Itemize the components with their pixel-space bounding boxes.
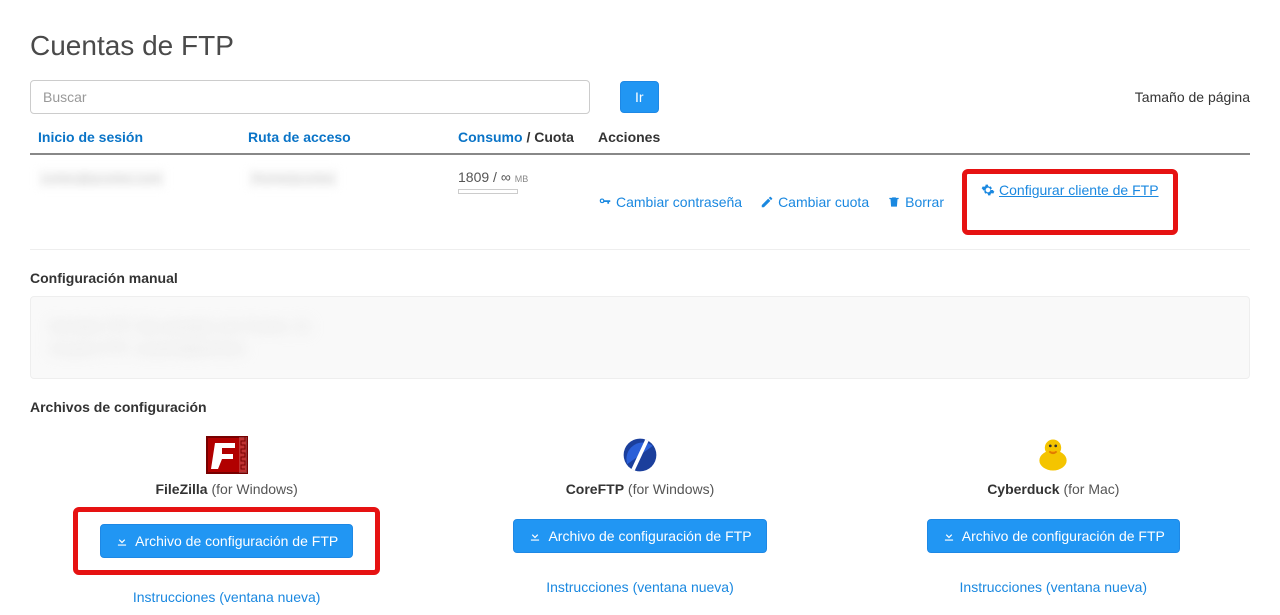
config-files-title: Archivos de configuración (30, 399, 1250, 415)
download-coreftp-button[interactable]: Archivo de configuración de FTP (513, 519, 766, 553)
client-name: FileZilla (for Windows) (155, 481, 297, 497)
download-icon (115, 534, 129, 548)
trash-icon (887, 195, 901, 209)
change-password-link[interactable]: Cambiar contraseña (598, 194, 742, 210)
manual-config-title: Configuración manual (30, 270, 1250, 286)
highlight-filezilla-download: Archivo de configuración de FTP (73, 507, 380, 575)
page-title: Cuentas de FTP (30, 30, 1250, 62)
usage-progress (458, 189, 518, 194)
go-button[interactable]: Ir (620, 81, 659, 113)
pencil-icon (760, 195, 774, 209)
download-cyberduck-button[interactable]: Archivo de configuración de FTP (927, 519, 1180, 553)
path-value: /home/pcortes (248, 169, 338, 188)
search-row: Ir Tamaño de página (30, 80, 1250, 114)
clients-row: FileZilla (for Windows) Archivo de confi… (30, 435, 1250, 605)
table-header: Inicio de sesión Ruta de acceso Consumo … (30, 129, 1250, 155)
login-value: cortes@pcortes.com (38, 169, 165, 188)
delete-link[interactable]: Borrar (887, 194, 944, 210)
client-filezilla: FileZilla (for Windows) Archivo de confi… (30, 435, 423, 605)
download-icon (942, 529, 956, 543)
configure-client-link[interactable]: Configurar cliente de FTP (981, 182, 1159, 198)
col-actions-header: Acciones (598, 129, 660, 145)
col-quota-header: Cuota (534, 129, 574, 145)
client-name: CoreFTP (for Windows) (566, 481, 715, 497)
page-size-label: Tamaño de página (1135, 89, 1250, 105)
table-row: cortes@pcortes.com /home/pcortes 1809 / … (30, 155, 1250, 250)
download-filezilla-button[interactable]: Archivo de configuración de FTP (100, 524, 353, 558)
col-usage-header[interactable]: Consumo (458, 129, 523, 145)
col-login-header[interactable]: Inicio de sesión (38, 129, 143, 145)
filezilla-icon (205, 435, 249, 475)
usage-text: 1809 / ∞ MB (458, 169, 582, 185)
instructions-coreftp-link[interactable]: Instrucciones (ventana nueva) (546, 579, 734, 595)
client-name: Cyberduck (for Mac) (987, 481, 1119, 497)
highlight-configure: Configurar cliente de FTP (962, 169, 1178, 235)
download-icon (528, 529, 542, 543)
manual-config-box: Servidor FTP: ftp.example.com Puerto: 21… (30, 296, 1250, 379)
instructions-cyberduck-link[interactable]: Instrucciones (ventana nueva) (960, 579, 1148, 595)
client-cyberduck: Cyberduck (for Mac) Archivo de configura… (857, 435, 1250, 605)
change-quota-link[interactable]: Cambiar cuota (760, 194, 869, 210)
client-coreftp: CoreFTP (for Windows) Archivo de configu… (443, 435, 836, 605)
gear-icon (981, 183, 995, 197)
col-path-header[interactable]: Ruta de acceso (248, 129, 351, 145)
coreftp-icon (618, 435, 662, 475)
search-input[interactable] (30, 80, 590, 114)
cyberduck-icon (1031, 435, 1075, 475)
key-icon (598, 195, 612, 209)
instructions-filezilla-link[interactable]: Instrucciones (ventana nueva) (133, 589, 321, 605)
